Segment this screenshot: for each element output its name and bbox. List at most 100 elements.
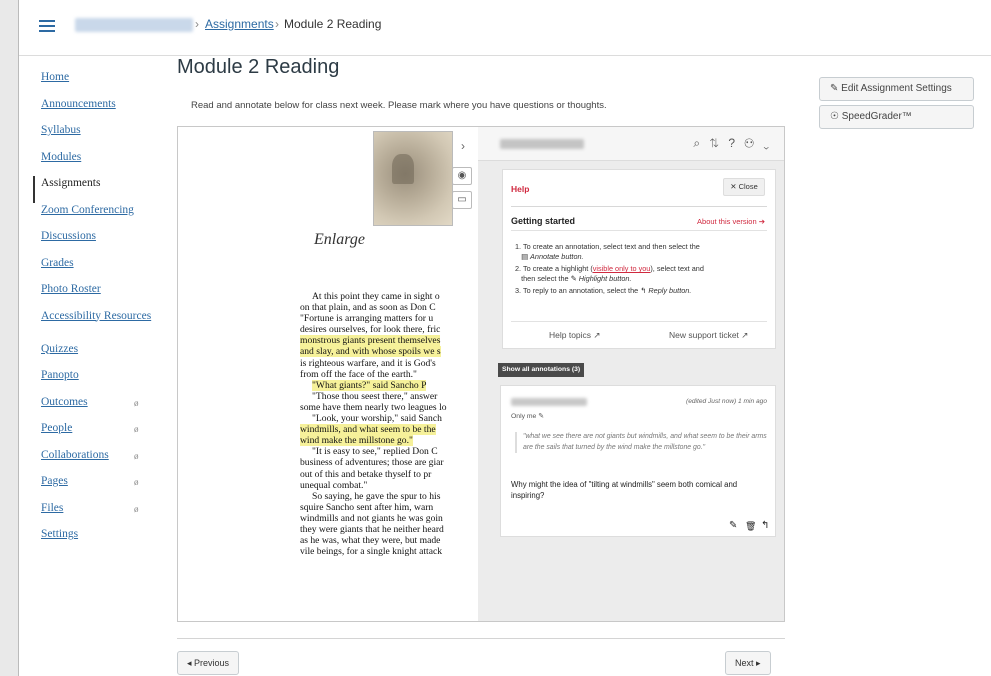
- note-icon[interactable]: ▭: [452, 191, 472, 209]
- show-all-annotations-button[interactable]: Show all annotations (3): [498, 363, 585, 377]
- annotation-body: Why might the idea of "tilting at windmi…: [511, 480, 738, 500]
- line-text: business of adventures; those are giar: [300, 457, 444, 469]
- nav-item-outcomes[interactable]: Outcomes ø: [33, 395, 153, 422]
- nav-item-label: Assignments: [41, 177, 101, 189]
- text-line: on that plain, and as soon as Don C: [300, 302, 478, 313]
- text-line: "Those thou seest there," answer: [300, 391, 478, 402]
- nav-item-label: Syllabus: [41, 124, 81, 136]
- nav-item-discussions[interactable]: Discussions: [33, 229, 153, 256]
- pencil-icon: ✎: [538, 413, 544, 420]
- next-button[interactable]: Next ▸: [725, 651, 771, 675]
- nav-item-zoom-conferencing[interactable]: Zoom Conferencing: [33, 203, 153, 230]
- eye-slash-icon: ø: [134, 397, 139, 408]
- highlighted-text[interactable]: "What giants?" said Sancho P: [312, 379, 427, 391]
- divider: [511, 321, 767, 322]
- text-line: is righteous warfare, and it is God's: [300, 358, 478, 369]
- sidebar-toolbar: ⌕ ⇅ ? ⚇ ⌄: [478, 127, 784, 161]
- line-text: squire Sancho sent after him, warn: [300, 501, 434, 513]
- line-text: "Those thou seest there," answer: [312, 390, 438, 402]
- divider: [511, 206, 767, 207]
- assignment-instructions: Read and annotate below for class next w…: [191, 100, 607, 111]
- nav-item-accessibility-resources[interactable]: Accessibility Resources: [33, 309, 153, 342]
- hamburger-menu-icon[interactable]: [39, 20, 55, 32]
- nav-item-collaborations[interactable]: Collaborations ø: [33, 448, 153, 475]
- nav-item-label: Accessibility Resources: [41, 309, 152, 322]
- eye-icon[interactable]: ◉: [452, 167, 472, 185]
- visible-only-to-you-link[interactable]: visible only to you: [593, 264, 651, 273]
- about-version-link[interactable]: About this version ➔: [697, 217, 765, 226]
- visibility-label: Only me: [511, 413, 537, 420]
- step-text: 3. To reply to an annotation, select the: [515, 286, 639, 296]
- line-text: So saying, he gave the spur to his: [312, 490, 441, 502]
- text-line: business of adventures; those are giar: [300, 457, 478, 468]
- line-text: they were giants that he neither heard: [300, 523, 444, 535]
- annotation-card[interactable]: (edited Just now) 1 min ago Only me ✎ "w…: [500, 385, 776, 537]
- text-line: from off the face of the earth.": [300, 369, 478, 380]
- text-line: they were giants that he neither heard: [300, 524, 478, 535]
- text-line: "Fortune is arranging matters for u: [300, 313, 478, 324]
- nav-item-label: Pages: [41, 475, 68, 487]
- nav-item-people[interactable]: People ø: [33, 421, 153, 448]
- text-line: vile beings, for a single knight attack: [300, 546, 478, 557]
- text-line: "What giants?" said Sancho P: [300, 379, 478, 391]
- highlighted-text[interactable]: and slay, and with whose spoils we s: [300, 346, 441, 358]
- annotation-quote: "what we see there are not giants but wi…: [515, 432, 767, 453]
- edit-assignment-settings-button[interactable]: ✎ Edit Assignment Settings: [819, 77, 974, 101]
- nav-item-panopto[interactable]: Panopto: [33, 368, 153, 395]
- annotation-timestamp[interactable]: (edited Just now) 1 min ago: [686, 398, 767, 405]
- reply-icon[interactable]: ↰: [761, 520, 769, 531]
- text-line: desires ourselves, for look there, fric: [300, 324, 478, 335]
- nav-item-modules[interactable]: Modules: [33, 150, 153, 177]
- line-text: as he was, what they were, but made: [300, 535, 441, 547]
- breadcrumb-current: Module 2 Reading: [284, 17, 382, 31]
- nav-item-announcements[interactable]: Announcements: [33, 97, 153, 124]
- document-text[interactable]: At this point they came in sight o on tha…: [300, 291, 478, 557]
- line-text: At this point they came in sight o: [312, 291, 440, 302]
- nav-item-label: Modules: [41, 150, 82, 163]
- text-line: "It is easy to see," replied Don C: [300, 446, 478, 457]
- speedgrader-button[interactable]: ☉ SpeedGrader™: [819, 105, 974, 129]
- breadcrumb-assignments-link[interactable]: Assignments: [205, 17, 274, 31]
- edit-icon[interactable]: ✎: [729, 520, 737, 531]
- line-text: vile beings, for a single knight attack: [300, 546, 443, 558]
- text-line: unequal combat.": [300, 480, 478, 491]
- group-selector-blurred[interactable]: [500, 139, 584, 149]
- nav-item-grades[interactable]: Grades: [33, 256, 153, 283]
- help-topics-link[interactable]: Help topics ↗: [549, 330, 601, 341]
- step-text: then select the: [521, 273, 569, 283]
- new-support-ticket-link[interactable]: New support ticket ↗: [669, 330, 748, 341]
- highlighted-text[interactable]: monstrous giants present themselves: [300, 335, 441, 347]
- sidebar-toolbar-icons[interactable]: ⌕ ⇅ ? ⚇ ⌄: [693, 136, 772, 151]
- step-text: ), select text and: [650, 264, 704, 274]
- line-text: "Look, your worship," said Sanch: [312, 413, 442, 425]
- nav-item-files[interactable]: Files ø: [33, 501, 153, 528]
- nav-item-pages[interactable]: Pages ø: [33, 474, 153, 501]
- nav-item-syllabus[interactable]: Syllabus: [33, 123, 153, 150]
- nav-item-settings[interactable]: Settings: [33, 527, 153, 554]
- breadcrumb-course-blurred[interactable]: [75, 18, 193, 32]
- nav-item-assignments[interactable]: Assignments: [33, 176, 153, 203]
- close-help-button[interactable]: ✕ Close: [723, 178, 765, 196]
- line-text: "Fortune is arranging matters for u: [300, 313, 434, 325]
- highlighted-text[interactable]: wind make the millstone go.": [300, 435, 413, 447]
- nav-item-home[interactable]: Home: [33, 70, 153, 97]
- nav-item-photo-roster[interactable]: Photo Roster: [33, 282, 153, 309]
- delete-icon[interactable]: 🗑: [745, 521, 756, 532]
- text-line: some have them nearly two leagues lo: [300, 402, 478, 413]
- help-panel: Help ✕ Close Getting started About this …: [502, 169, 776, 349]
- text-line: windmills and not giants he was goin: [300, 513, 478, 524]
- help-step-2: 2. To create a highlight (visible only t…: [515, 264, 771, 283]
- line-text: out of this and betake thyself to pr: [300, 468, 432, 480]
- previous-button[interactable]: ◂ Previous: [177, 651, 240, 675]
- annotate-icon: ▤: [521, 251, 528, 261]
- nav-item-label: Home: [41, 71, 70, 83]
- line-text: from off the face of the earth.": [300, 368, 417, 380]
- line-text: "It is easy to see," replied Don C: [312, 446, 438, 458]
- step-text: 1. To create an annotation, select text …: [515, 242, 700, 251]
- annotation-visibility: Only me ✎: [511, 412, 544, 420]
- collapse-sidebar-icon[interactable]: ›: [450, 131, 476, 161]
- header-bar: › Assignments › Module 2 Reading: [19, 0, 991, 56]
- highlighted-text[interactable]: windmills, and what seem to be the: [300, 424, 436, 436]
- nav-item-quizzes[interactable]: Quizzes: [33, 342, 153, 369]
- help-step-3: 3. To reply to an annotation, select the…: [515, 286, 771, 296]
